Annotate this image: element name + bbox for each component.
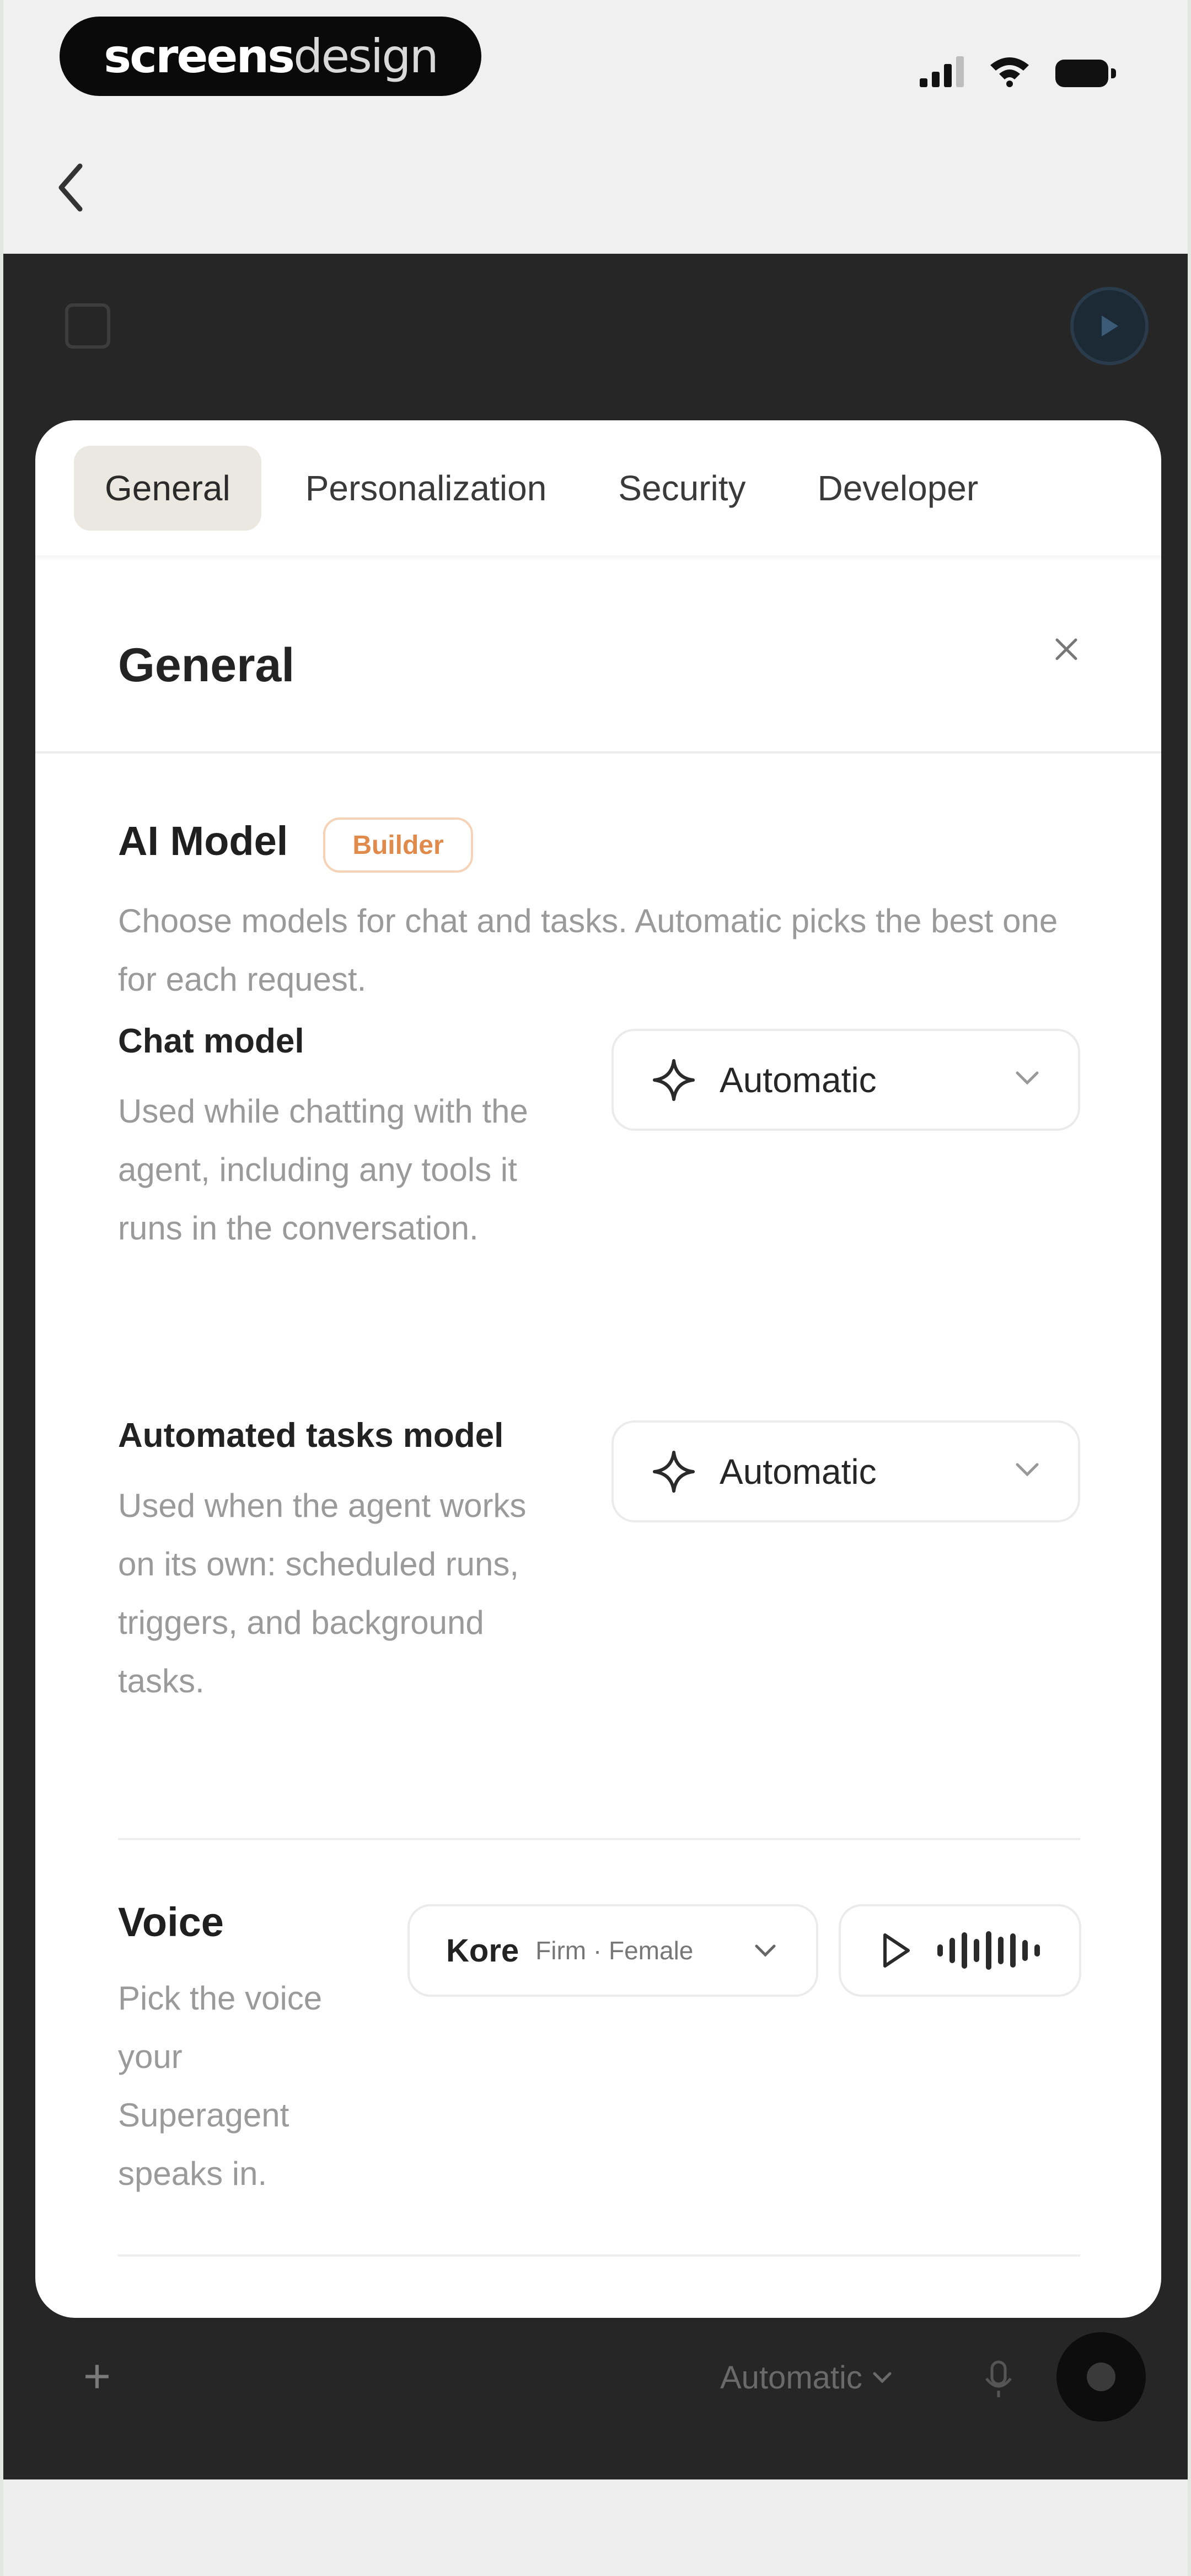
waveform-icon <box>937 1931 1040 1970</box>
sidebar-toggle-icon <box>65 303 110 349</box>
builder-badge: Builder <box>323 817 473 873</box>
ai-model-description: Choose models for chat and tasks. Automa… <box>118 902 1058 998</box>
play-icon <box>1102 316 1118 336</box>
screensdesign-logo: screens design <box>60 17 481 96</box>
modal-title: General <box>118 639 295 692</box>
close-icon <box>1055 638 1077 660</box>
status-icons <box>920 49 1116 87</box>
section-divider <box>118 2254 1080 2257</box>
sparkle-icon <box>653 1059 695 1101</box>
header-divider <box>35 751 1161 753</box>
tab-general[interactable]: General <box>74 445 261 531</box>
battery-icon <box>1055 60 1116 87</box>
automated-tasks-model-label: Automated tasks model <box>118 1417 504 1455</box>
voice-heading: Voice <box>118 1899 224 1945</box>
settings-modal: General Personalization Security Develop… <box>35 420 1161 2318</box>
chat-model-description: Used while chatting with the agent, incl… <box>118 1093 528 1247</box>
sparkle-icon <box>653 1450 695 1493</box>
automated-tasks-model-description: Used when the agent works on its own: sc… <box>118 1487 527 1699</box>
chat-model-value: Automatic <box>720 1060 877 1100</box>
send-button <box>1056 2332 1146 2422</box>
close-button[interactable] <box>1042 624 1091 674</box>
automated-tasks-model-value: Automatic <box>720 1451 877 1492</box>
tab-security[interactable]: Security <box>591 446 773 531</box>
wifi-icon <box>990 57 1029 87</box>
ai-model-heading: AI Model <box>118 818 288 864</box>
composer-plus-icon: + <box>83 2350 111 2403</box>
composer-model-selector: Automatic <box>720 2355 892 2399</box>
tabbar-divider <box>35 555 1161 561</box>
back-button[interactable] <box>49 160 93 215</box>
tab-personalization[interactable]: Personalization <box>278 446 575 531</box>
chat-model-label: Chat model <box>118 1022 304 1060</box>
play-icon <box>883 1933 910 1968</box>
chat-model-select[interactable]: Automatic <box>611 1029 1080 1131</box>
logo-bold-text: screens <box>104 29 295 83</box>
logo-light-text: design <box>293 29 439 83</box>
chevron-down-icon <box>873 2372 892 2383</box>
chevron-down-icon <box>1016 1071 1039 1085</box>
chevron-left-icon <box>58 163 83 212</box>
microphone-icon <box>985 2360 1012 2397</box>
tab-developer[interactable]: Developer <box>790 446 1006 531</box>
voice-description: Pick the voice your Superagent speaks in… <box>118 1980 323 2192</box>
voice-name: Kore <box>446 1932 519 1969</box>
chevron-down-icon <box>1016 1463 1039 1477</box>
voice-preview-button[interactable] <box>839 1904 1081 1997</box>
section-divider <box>118 1838 1080 1840</box>
avatar <box>1070 287 1149 365</box>
settings-tabs: General Personalization Security Develop… <box>35 420 1161 555</box>
voice-select[interactable]: Kore Firm · Female <box>407 1904 818 1997</box>
chevron-down-icon <box>755 1944 776 1957</box>
send-icon <box>1087 2363 1115 2391</box>
automated-tasks-model-select[interactable]: Automatic <box>611 1420 1080 1522</box>
home-indicator-area <box>3 2479 1188 2576</box>
phone-screen: screensdesign ··· + Automatic <box>3 0 1188 2576</box>
composer-model-label: Automatic <box>720 2359 862 2396</box>
voice-meta: Firm · Female <box>535 1936 694 1965</box>
signal-icon <box>920 56 964 87</box>
